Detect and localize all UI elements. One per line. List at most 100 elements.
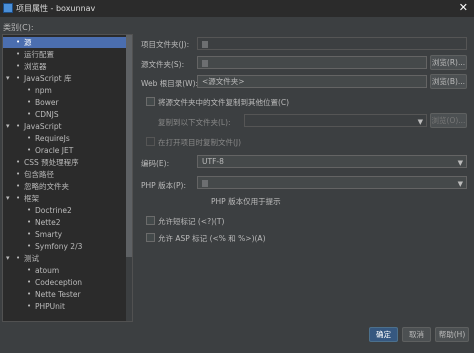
- expand-toggle-icon[interactable]: ▾: [6, 253, 10, 264]
- tree-scrollbar-thumb[interactable]: [126, 35, 132, 257]
- tree-item[interactable]: • npm: [3, 85, 127, 96]
- asp-tags-label: 允许 ASP 标记 (<% 和 %>)(A): [158, 234, 266, 243]
- expand-toggle-icon[interactable]: ▾: [6, 121, 10, 132]
- tree-node-icon: •: [27, 266, 32, 274]
- tree-node-icon: •: [16, 158, 21, 166]
- chevron-down-icon: ▼: [457, 159, 463, 167]
- copy-on-open-checkbox: [146, 137, 155, 146]
- encoding-label: 编码(E):: [141, 159, 170, 168]
- copy-to-field: ▼: [244, 114, 427, 127]
- tree-item[interactable]: ▾ • JavaScript 库: [3, 73, 127, 84]
- tree-item-label: 运行配置: [24, 50, 54, 59]
- tree-item[interactable]: • Nette2: [3, 217, 127, 228]
- tree-item-label: Symfony 2/3: [35, 242, 83, 251]
- tree-item[interactable]: • Bower: [3, 97, 127, 108]
- category-tree[interactable]: • 源 • 运行配置 • 浏览器 ▾ • JavaScript 库 • npm • Bower • CDNJ…: [2, 34, 133, 322]
- tree-item[interactable]: • Oracle JET: [3, 145, 127, 156]
- tree-item-label: Nette2: [35, 218, 61, 227]
- tree-node-icon: •: [27, 110, 32, 118]
- tree-node-icon: •: [27, 302, 32, 310]
- tree-item-label: 忽略的文件夹: [24, 182, 69, 191]
- php-version-label: PHP 版本(P):: [141, 181, 186, 190]
- tree-item-label: JavaScript: [24, 122, 62, 131]
- cancel-button[interactable]: 取消: [402, 327, 431, 342]
- tree-item-label: CDNJS: [35, 110, 59, 119]
- tree-item-label: Nette Tester: [35, 290, 81, 299]
- ok-button[interactable]: 确定: [369, 327, 398, 342]
- tree-item[interactable]: • Smarty: [3, 229, 127, 240]
- expand-toggle-icon[interactable]: ▾: [6, 73, 10, 84]
- tree-item-label: 浏览器: [24, 62, 47, 71]
- asp-tags-checkbox[interactable]: [146, 233, 155, 242]
- tree-item[interactable]: • Doctrine2: [3, 205, 127, 216]
- project-folder-label: 项目文件夹(J):: [141, 40, 190, 49]
- source-folder-label: 源文件夹(S):: [141, 60, 185, 69]
- tree-node-icon: •: [16, 122, 21, 130]
- tree-item-label: Smarty: [35, 230, 63, 239]
- tree-item-label: atoum: [35, 266, 60, 275]
- tree-item[interactable]: ▾ • 测试: [3, 253, 127, 264]
- tree-item-label: Oracle JET: [35, 146, 74, 155]
- short-tags-label: 允许短标记 (<?)(T): [158, 217, 225, 226]
- tree-node-icon: •: [27, 218, 32, 226]
- tree-node-icon: •: [16, 182, 21, 190]
- tree-item[interactable]: • 浏览器: [3, 61, 127, 72]
- tree-node-icon: •: [16, 170, 21, 178]
- tree-item[interactable]: • 运行配置: [3, 49, 127, 60]
- tree-item[interactable]: • PHPUnit: [3, 301, 127, 312]
- browse-copy-to-button: 浏览(O)...: [430, 113, 467, 128]
- tree-item[interactable]: • Nette Tester: [3, 289, 127, 300]
- tree-node-icon: •: [27, 230, 32, 238]
- tree-node-icon: •: [27, 98, 32, 106]
- categories-label: 类别(C):: [3, 23, 34, 32]
- tree-node-icon: •: [27, 278, 32, 286]
- app-icon: [3, 3, 13, 13]
- expand-toggle-icon[interactable]: ▾: [6, 193, 10, 204]
- tree-item-label: Codeception: [35, 278, 83, 287]
- tree-node-icon: •: [16, 38, 21, 46]
- short-tags-checkbox[interactable]: [146, 216, 155, 225]
- tree-item[interactable]: • Symfony 2/3: [3, 241, 127, 252]
- tree-item[interactable]: • CDNJS: [3, 109, 127, 120]
- php-version-select[interactable]: ▼: [197, 176, 467, 189]
- tree-item[interactable]: ▾ • 框架: [3, 193, 127, 204]
- help-button[interactable]: 帮助(H): [435, 327, 469, 342]
- tree-item[interactable]: • Codeception: [3, 277, 127, 288]
- browse-source-button[interactable]: 浏览(R)...: [430, 55, 467, 70]
- web-root-label: Web 根目录(W):: [141, 79, 199, 88]
- tree-item[interactable]: ▾ • JavaScript: [3, 121, 127, 132]
- tree-item[interactable]: • 源: [3, 37, 127, 48]
- tree-scrollbar[interactable]: [126, 35, 132, 321]
- tree-item-label: Doctrine2: [35, 206, 72, 215]
- project-folder-field: [197, 37, 467, 50]
- tree-node-icon: •: [16, 74, 21, 82]
- tree-node-icon: •: [27, 146, 32, 154]
- encoding-value: UTF-8: [202, 157, 224, 166]
- tree-node-icon: •: [27, 134, 32, 142]
- php-version-hint: PHP 版本仅用于提示: [211, 197, 281, 206]
- tree-item[interactable]: • 包含路径: [3, 169, 127, 180]
- tree-item-label: Bower: [35, 98, 59, 107]
- tree-node-icon: •: [16, 194, 21, 202]
- encoding-select[interactable]: UTF-8 ▼: [197, 155, 467, 168]
- tree-node-icon: •: [27, 206, 32, 214]
- tree-node-icon: •: [27, 86, 32, 94]
- title-bar: 项目属性 - boxunnav ✕: [0, 0, 474, 17]
- close-icon[interactable]: ✕: [459, 1, 468, 14]
- copy-on-open-label: 在打开项目时复制文件(J): [158, 138, 242, 147]
- tree-item-label: 包含路径: [24, 170, 54, 179]
- tree-item[interactable]: • CSS 预处理程序: [3, 157, 127, 168]
- tree-item-label: CSS 预处理程序: [24, 158, 79, 167]
- window-title: 项目属性 - boxunnav: [16, 4, 96, 13]
- web-root-field[interactable]: <源文件夹>: [197, 75, 427, 88]
- source-folder-field[interactable]: [197, 56, 427, 69]
- copy-files-checkbox[interactable]: [146, 97, 155, 106]
- tree-item-label: RequireJs: [35, 134, 70, 143]
- copy-files-label: 将源文件夹中的文件复制到其他位置(C): [158, 98, 290, 107]
- tree-item[interactable]: • RequireJs: [3, 133, 127, 144]
- tree-node-icon: •: [16, 62, 21, 70]
- browse-web-root-button[interactable]: 浏览(B)...: [430, 74, 467, 89]
- tree-node-icon: •: [16, 50, 21, 58]
- tree-item[interactable]: • atoum: [3, 265, 127, 276]
- tree-item[interactable]: • 忽略的文件夹: [3, 181, 127, 192]
